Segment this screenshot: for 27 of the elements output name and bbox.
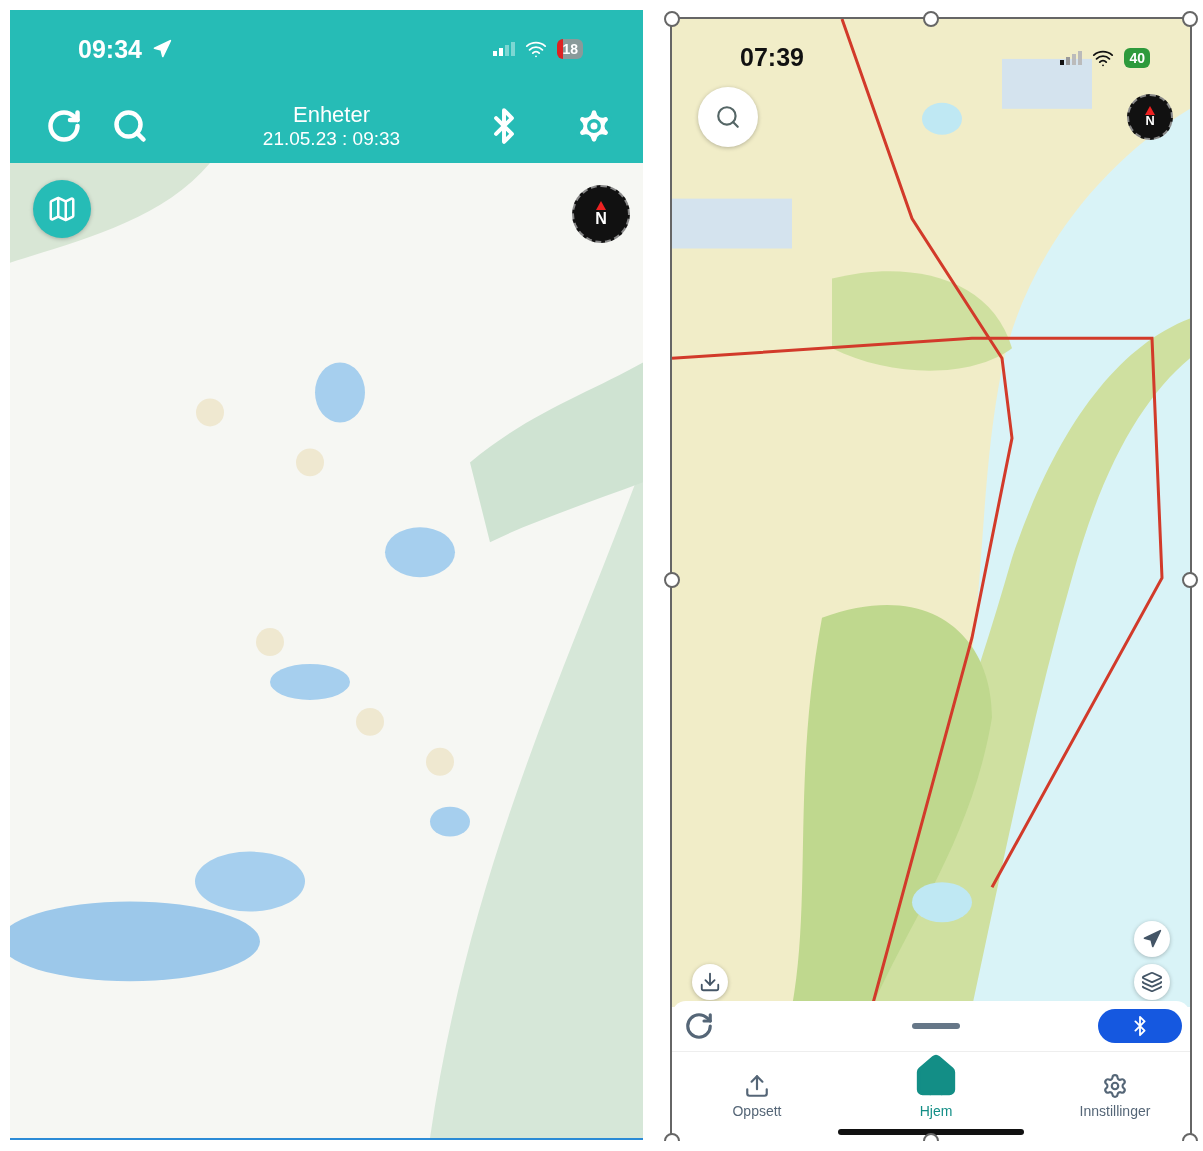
- bluetooth-button[interactable]: [1098, 1009, 1182, 1043]
- nav-tab[interactable]: Oppsett: [702, 1052, 812, 1141]
- refresh-icon: [684, 1011, 714, 1041]
- status-time: 09:34: [78, 34, 142, 64]
- search-icon: [715, 104, 741, 130]
- toolbar-title: Enheter: [292, 101, 371, 128]
- signal-icon: [1060, 50, 1083, 65]
- map-icon: [47, 194, 77, 224]
- resize-handle[interactable]: [1182, 572, 1198, 588]
- status-time: 07:39: [740, 43, 804, 72]
- refresh-button[interactable]: [684, 1011, 714, 1041]
- resize-handle[interactable]: [923, 11, 939, 27]
- upload-icon: [744, 1073, 770, 1099]
- signal-icon: [493, 42, 516, 56]
- resize-handle[interactable]: [1182, 11, 1198, 27]
- layers-icon: [1141, 971, 1163, 993]
- location-arrow-icon: [151, 39, 172, 59]
- search-icon: [112, 107, 148, 144]
- refresh-icon: [46, 107, 82, 144]
- resize-handle[interactable]: [664, 572, 680, 588]
- battery-indicator: 18: [557, 39, 583, 59]
- gear-icon: [1102, 1073, 1128, 1099]
- download-icon: [699, 971, 721, 993]
- toolbar-timestamp: 21.05.23 : 09:33: [262, 127, 401, 150]
- resize-handle[interactable]: [664, 11, 680, 27]
- navigation-arrow-icon: [1142, 929, 1162, 949]
- nav-tab[interactable]: Innstillinger: [1060, 1052, 1170, 1141]
